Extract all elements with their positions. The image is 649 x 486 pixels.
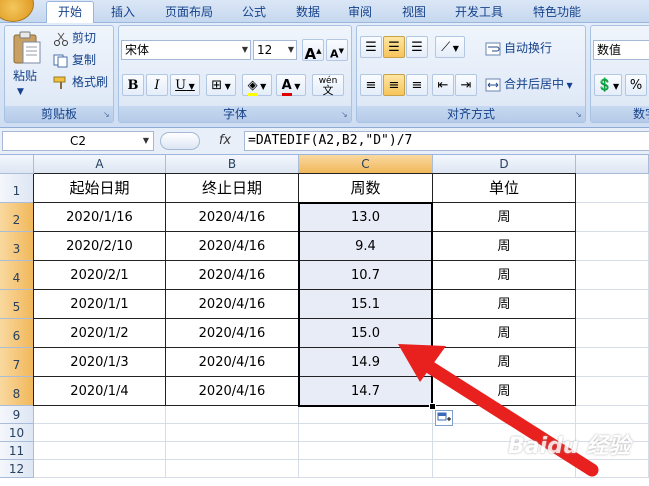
red-arrow-annotation (398, 344, 599, 477)
baidu-watermark: Baidu 经验 (508, 434, 631, 459)
